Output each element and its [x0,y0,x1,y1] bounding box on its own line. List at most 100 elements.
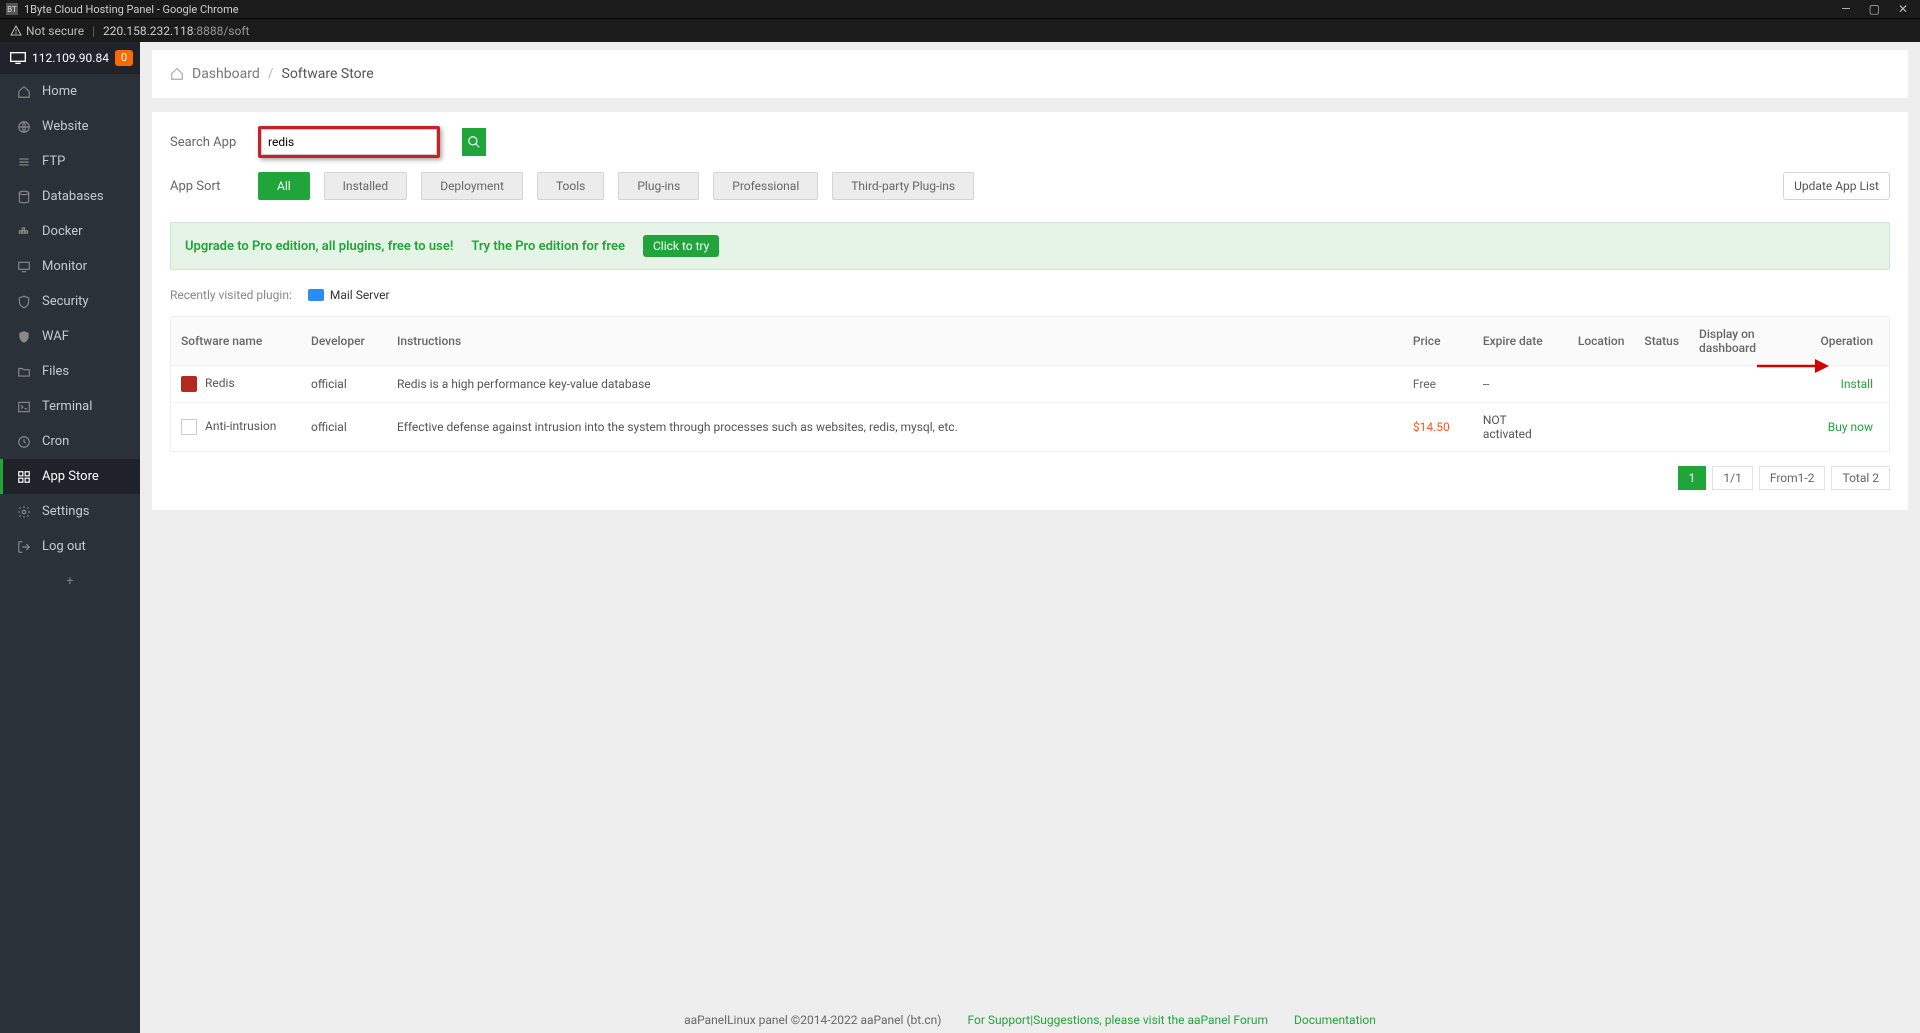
globe-icon [16,119,32,135]
sidebar-item-website[interactable]: Website [0,109,140,144]
cell-instructions: Effective defense against intrusion into… [387,403,1403,452]
sidebar-item-waf[interactable]: WAF [0,319,140,354]
cell-price: Free [1403,366,1473,403]
sort-label: App Sort [170,179,240,194]
sidebar-item-label: WAF [42,329,69,344]
cell-developer: official [301,366,387,403]
th-name: Software name [171,317,301,366]
database-icon [16,189,32,205]
update-app-list-button[interactable]: Update App List [1783,172,1890,200]
not-secure-label[interactable]: Not secure [10,24,84,38]
sidebar-item-app-store[interactable]: App Store [0,459,140,494]
recent-plugin-row: Recently visited plugin: Mail Server [170,288,1890,302]
sidebar: 112.109.90.84 0 Home Website FTP Databas… [0,42,140,1033]
operation-link[interactable]: Install [1841,377,1873,391]
sidebar-item-label: Home [42,84,77,99]
search-row: Search App [170,126,1890,158]
page-range: From1-2 [1759,466,1826,490]
url-display[interactable]: 220.158.232.118:8888/soft [103,24,249,38]
alert-badge[interactable]: 0 [115,50,133,66]
cell-operation: Buy now [1769,403,1889,452]
breadcrumb: Dashboard / Software Store [152,50,1908,98]
sidebar-item-files[interactable]: Files [0,354,140,389]
grid-icon [16,469,32,485]
pill-plugins[interactable]: Plug-ins [618,172,699,200]
url-host: 220.158.232.118 [103,24,193,38]
sidebar-item-ftp[interactable]: FTP [0,144,140,179]
cell-instructions: Redis is a high performance key-value da… [387,366,1403,403]
table-header-row: Software name Developer Instructions Pri… [171,317,1889,366]
sort-pills: All Installed Deployment Tools Plug-ins … [258,172,974,200]
cell-operation: Install [1769,366,1889,403]
recent-plugin-name: Mail Server [330,288,390,302]
monitor-icon [16,259,32,275]
pill-third-party[interactable]: Third-party Plug-ins [832,172,974,200]
monitor-icon [10,52,26,64]
th-expire: Expire date [1473,317,1568,366]
footer: aaPanelLinux panel ©2014-2022 aaPanel (b… [140,1007,1920,1033]
url-port: :8888 [193,24,223,38]
recent-plugin-chip[interactable]: Mail Server [308,288,390,302]
anti-icon [181,419,197,435]
sidebar-item-security[interactable]: Security [0,284,140,319]
redis-icon [181,376,197,392]
footer-docs-link[interactable]: Documentation [1294,1013,1376,1027]
home-icon [16,84,32,100]
breadcrumb-root[interactable]: Dashboard [192,66,260,82]
sidebar-item-home[interactable]: Home [0,74,140,109]
sidebar-item-monitor[interactable]: Monitor [0,249,140,284]
search-button[interactable] [462,128,486,156]
sidebar-item-settings[interactable]: Settings [0,494,140,529]
click-to-try-button[interactable]: Click to try [643,235,719,257]
footer-support-link[interactable]: For Support|Suggestions, please visit th… [967,1013,1268,1027]
sidebar-item-docker[interactable]: Docker [0,214,140,249]
mail-icon [308,289,324,301]
cell-developer: official [301,403,387,452]
sidebar-item-label: Docker [42,224,83,239]
pill-professional[interactable]: Professional [713,172,818,200]
window-minimize-button[interactable]: — [1841,2,1850,16]
pill-installed[interactable]: Installed [324,172,408,200]
operation-link[interactable]: Buy now [1828,420,1873,434]
sidebar-item-label: Website [42,119,89,134]
cell-expire: NOT activated [1473,403,1568,452]
cell-name[interactable]: Anti-intrusion [171,403,301,452]
th-developer: Developer [301,317,387,366]
sidebar-add-button[interactable]: + [0,564,140,599]
search-input[interactable] [261,129,437,155]
main-content: Dashboard / Software Store Search App Ap… [140,42,1920,1033]
upgrade-text-1: Upgrade to Pro edition, all plugins, fre… [185,239,453,254]
cell-location [1568,403,1635,452]
breadcrumb-current: Software Store [282,66,374,82]
browser-address-bar: Not secure | 220.158.232.118:8888/soft [0,18,1920,42]
page-current[interactable]: 1 [1678,466,1707,490]
cell-expire: -- [1473,366,1568,403]
th-operation: Operation [1769,317,1889,366]
sidebar-item-terminal[interactable]: Terminal [0,389,140,424]
cell-display [1689,403,1769,452]
window-close-button[interactable]: ✕ [1898,2,1908,16]
cell-status [1634,403,1689,452]
window-title: 1Byte Cloud Hosting Panel - Google Chrom… [24,3,239,16]
th-display: Display on dashboard [1689,317,1769,366]
recent-label: Recently visited plugin: [170,288,292,302]
pill-deployment[interactable]: Deployment [421,172,523,200]
sidebar-item-logout[interactable]: Log out [0,529,140,564]
software-table-wrap: Software name Developer Instructions Pri… [170,316,1890,452]
page-total-count: Total 2 [1831,466,1890,490]
th-status: Status [1634,317,1689,366]
software-store-panel: Search App App Sort All Installed Deploy… [152,112,1908,510]
sidebar-server-header[interactable]: 112.109.90.84 0 [0,42,140,74]
sidebar-item-cron[interactable]: Cron [0,424,140,459]
pill-tools[interactable]: Tools [537,172,604,200]
home-icon [170,67,184,81]
cell-name[interactable]: Redis [171,366,301,403]
terminal-icon [16,399,32,415]
shield-icon [16,294,32,310]
sidebar-item-label: Security [42,294,89,309]
software-table: Software name Developer Instructions Pri… [171,317,1889,451]
pill-all[interactable]: All [258,172,310,200]
sidebar-item-databases[interactable]: Databases [0,179,140,214]
window-maximize-button[interactable]: ▢ [1869,2,1880,16]
cell-price: $14.50 [1403,403,1473,452]
